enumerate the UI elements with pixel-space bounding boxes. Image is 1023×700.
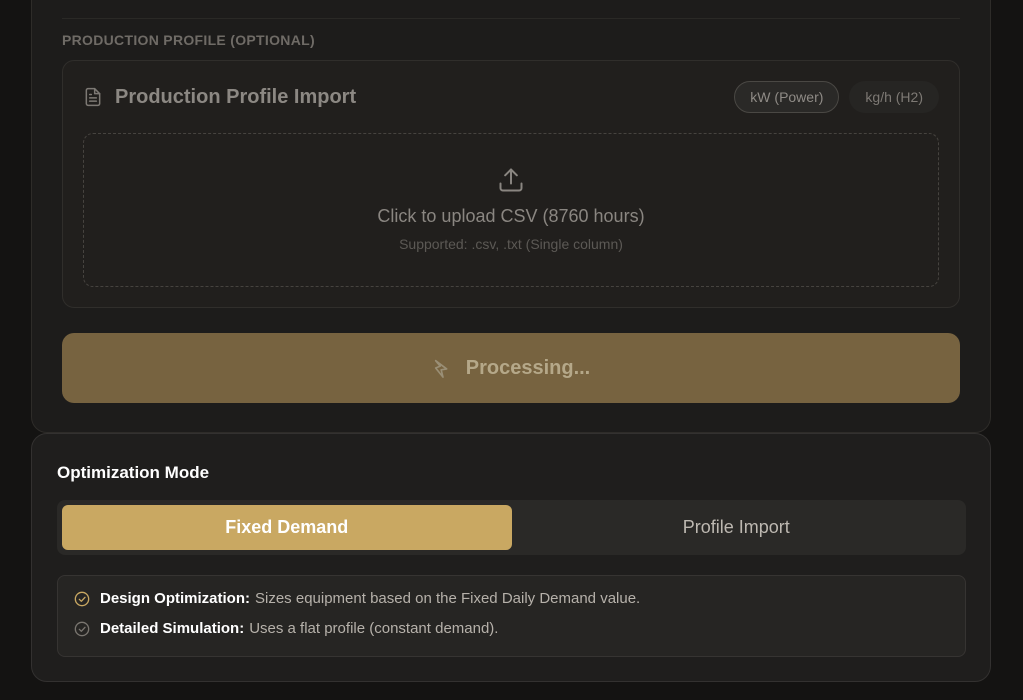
production-profile-card: PRODUCTION PROFILE (OPTIONAL) Production… [31,0,991,433]
info-value: Uses a flat profile (constant demand). [249,620,499,637]
info-key: Detailed Simulation: [100,620,245,637]
info-value: Sizes equipment based on the Fixed Daily… [255,590,641,607]
processing-button[interactable]: Processing... [62,333,960,403]
info-row-detailed-simulation: Detailed Simulation: Uses a flat profile… [74,620,498,637]
check-circle-icon [74,621,90,637]
import-title: Production Profile Import [115,85,357,108]
divider [62,18,960,19]
optimization-mode-title: Optimization Mode [57,463,210,482]
info-row-design-optimization: Design Optimization: Sizes equipment bas… [74,590,640,607]
info-key: Design Optimization: [100,590,250,607]
import-title-row: Production Profile Import [83,81,356,113]
production-profile-import-panel: Production Profile Import kW (Power) kg/… [62,60,960,308]
processing-label: Processing... [465,356,591,379]
check-circle-icon [74,591,90,607]
section-label: PRODUCTION PROFILE (OPTIONAL) [62,32,315,48]
tab-profile-import[interactable]: Profile Import [512,505,962,550]
sparkle-icon [432,357,454,379]
document-icon [83,87,103,107]
csv-upload-dropzone[interactable]: Click to upload CSV (8760 hours) Support… [83,133,939,287]
unit-toggle: kW (Power) kg/h (H2) [734,81,939,113]
mode-info-box: Design Optimization: Sizes equipment bas… [57,575,966,657]
page: PRODUCTION PROFILE (OPTIONAL) Production… [0,0,1023,700]
optimization-mode-card: Optimization Mode Fixed Demand Profile I… [31,433,991,682]
tab-fixed-demand[interactable]: Fixed Demand [62,505,512,550]
unit-kgh-button[interactable]: kg/h (H2) [849,81,939,113]
upload-subtitle: Supported: .csv, .txt (Single column) [399,236,623,252]
unit-kw-button[interactable]: kW (Power) [734,81,840,113]
upload-title: Click to upload CSV (8760 hours) [377,206,645,226]
upload-icon [497,166,525,194]
optimization-mode-toggle: Fixed Demand Profile Import [57,500,966,555]
